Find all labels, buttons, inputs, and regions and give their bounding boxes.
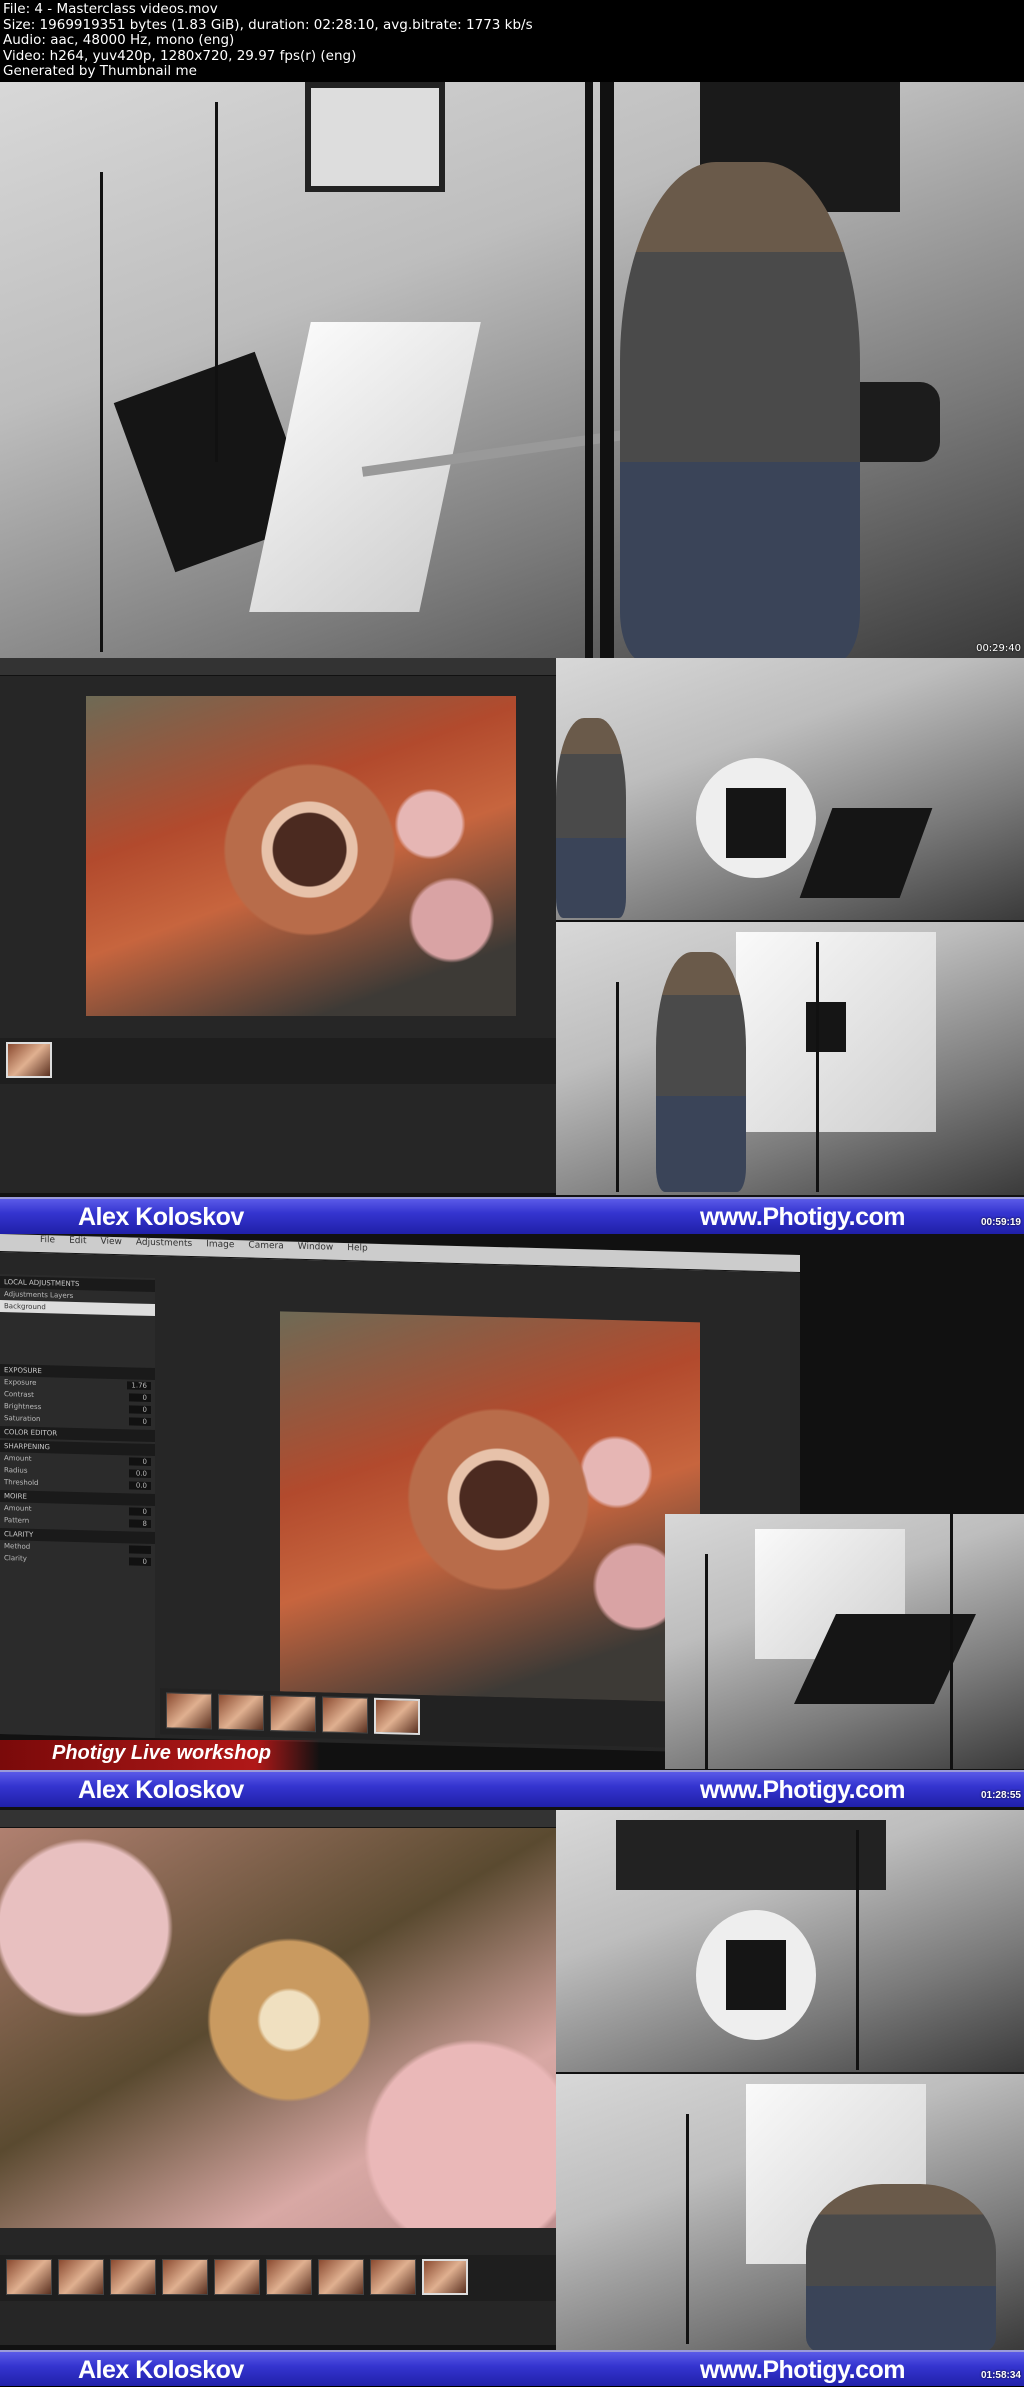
menu-file[interactable]: File: [40, 1235, 55, 1245]
thumbnail[interactable]: [6, 1042, 52, 1078]
capture-one-window: [0, 658, 556, 1193]
file-size: Size: 1969919351 bytes (1.83 GiB), durat…: [3, 16, 533, 33]
menu-view[interactable]: View: [101, 1237, 122, 1248]
thumbnail[interactable]: [166, 1692, 212, 1730]
thumbnail[interactable]: [162, 2259, 208, 2295]
thumbnail[interactable]: [370, 2259, 416, 2295]
menu-adjustments[interactable]: Adjustments: [136, 1238, 192, 1249]
website-url: www.Photigy.com: [700, 1203, 906, 1231]
toolbar: [0, 658, 556, 676]
filmstrip: [0, 1038, 556, 1084]
audio-info: Audio: aac, 48000 Hz, mono (eng): [3, 32, 235, 48]
website-url: www.Photigy.com: [700, 2356, 906, 2384]
file-info-header: File: 4 - Masterclass videos.mov Size: 1…: [0, 0, 1024, 82]
capture-one-window: [0, 1810, 556, 2345]
timestamp: 00:29:40: [976, 643, 1021, 654]
thumbnail[interactable]: [218, 1693, 264, 1731]
thumbnail-frame-2: Alex Koloskov www.Photigy.com 00:59:19: [0, 658, 1024, 1234]
name-banner: Alex Koloskov www.Photigy.com 00:59:19: [0, 1197, 1024, 1234]
name-banner: Alex Koloskov www.Photigy.com 01:28:55: [0, 1770, 1024, 1807]
thumbnail[interactable]: [266, 2259, 312, 2295]
menu-bar: File Edit View Adjustments Image Camera …: [0, 1234, 800, 1273]
video-info: Video: h264, yuv420p, 1280x720, 29.97 fp…: [3, 47, 357, 64]
menu-camera[interactable]: Camera: [248, 1241, 283, 1252]
timestamp: 01:28:55: [980, 1790, 1021, 1801]
presenter-name: Alex Koloskov: [78, 1203, 244, 1231]
studio-camera: [665, 1514, 1024, 1769]
studio-camera-2: [556, 922, 1024, 1195]
generator: Generated by Thumbnail me: [3, 63, 197, 79]
thumbnail-frame-3: File Edit View Adjustments Image Camera …: [0, 1234, 1024, 1810]
name-banner: Alex Koloskov www.Photigy.com 01:58:34: [0, 2350, 1024, 2386]
thumbnail[interactable]: [374, 1697, 420, 1735]
file-name: File: 4 - Masterclass videos.mov: [3, 1, 218, 17]
timestamp: 00:59:19: [980, 1217, 1021, 1228]
website-url: www.Photigy.com: [700, 1776, 906, 1804]
presenter-name: Alex Koloskov: [78, 2356, 244, 2384]
toolbar: [0, 1810, 556, 1828]
menu-window[interactable]: Window: [298, 1242, 334, 1253]
menu-image[interactable]: Image: [206, 1239, 234, 1250]
thumbnail[interactable]: [58, 2259, 104, 2295]
thumbnail[interactable]: [422, 2259, 468, 2295]
jewelry-closeup-photo: [0, 1828, 556, 2228]
thumbnail-frame-4: Alex Koloskov www.Photigy.com 01:58:34: [0, 1810, 1024, 2386]
thumbnail[interactable]: [318, 2259, 364, 2295]
thumbnail[interactable]: [270, 1695, 316, 1733]
thumbnail[interactable]: [322, 1696, 368, 1734]
studio-camera-1: [556, 1810, 1024, 2072]
studio-photo: [0, 82, 1024, 658]
menu-help[interactable]: Help: [347, 1243, 368, 1254]
thumbnail-frame-1: 00:29:40: [0, 82, 1024, 658]
thumbnail[interactable]: [6, 2259, 52, 2295]
menu-edit[interactable]: Edit: [69, 1236, 86, 1246]
tool-panel: LOCAL ADJUSTMENTS Adjustments Layers Bac…: [0, 1274, 155, 1739]
thumbnail[interactable]: [214, 2259, 260, 2295]
lower-third: Photigy Live workshop: [0, 1740, 320, 1770]
filmstrip: [0, 2255, 556, 2301]
thumbnail[interactable]: [110, 2259, 156, 2295]
watch-photo: [86, 696, 516, 1016]
timestamp: 01:58:34: [980, 2370, 1021, 2381]
presenter-name: Alex Koloskov: [78, 1776, 244, 1804]
studio-camera-2: [556, 2074, 1024, 2354]
watch-photo: [280, 1311, 700, 1703]
studio-camera-1: [556, 658, 1024, 920]
